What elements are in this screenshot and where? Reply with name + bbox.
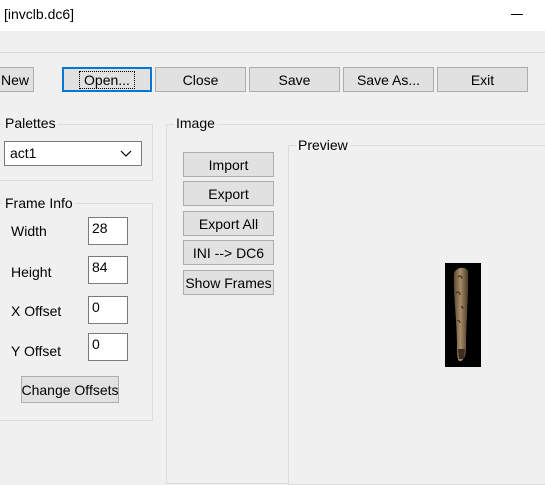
change-offsets-button[interactable]: Change Offsets xyxy=(21,376,119,403)
open-button-label: Open... xyxy=(79,70,135,89)
club-sprite-icon xyxy=(453,267,469,362)
close-button-label: Close xyxy=(182,71,219,88)
exit-button[interactable]: Exit xyxy=(437,67,528,92)
x-offset-field[interactable]: 0 xyxy=(88,296,128,324)
y-offset-label: Y Offset xyxy=(11,343,62,359)
palette-select-value: act1 xyxy=(10,145,37,161)
show-frames-button-label: Show Frames xyxy=(185,274,272,291)
menu-divider xyxy=(0,52,545,53)
height-field[interactable]: 84 xyxy=(88,256,128,284)
export-all-button[interactable]: Export All xyxy=(183,211,274,236)
palette-select[interactable]: act1 xyxy=(4,141,142,166)
save-button-label: Save xyxy=(278,71,311,88)
preview-group-label: Preview xyxy=(296,137,350,153)
window-title: [invclb.dc6] xyxy=(4,6,75,22)
exit-button-label: Exit xyxy=(470,71,495,88)
palettes-group-label: Palettes xyxy=(3,115,58,131)
save-as-button[interactable]: Save As... xyxy=(343,67,434,92)
new-button[interactable]: New xyxy=(0,67,34,92)
close-button[interactable]: Close xyxy=(155,67,246,92)
ini-to-dc6-button-label: INI --> DC6 xyxy=(192,244,265,261)
chevron-down-icon xyxy=(117,144,135,162)
y-offset-field[interactable]: 0 xyxy=(88,333,128,361)
save-as-button-label: Save As... xyxy=(356,71,421,88)
width-field[interactable]: 28 xyxy=(88,217,128,245)
export-button[interactable]: Export xyxy=(183,181,274,206)
x-offset-label: X Offset xyxy=(11,303,62,319)
preview-image xyxy=(445,263,481,367)
width-label: Width xyxy=(11,223,47,239)
export-all-button-label: Export All xyxy=(198,215,259,232)
save-button[interactable]: Save xyxy=(249,67,340,92)
minimize-button[interactable] xyxy=(507,2,531,26)
new-button-label: New xyxy=(1,71,30,88)
import-button-label: Import xyxy=(208,156,249,173)
x-offset-value: 0 xyxy=(92,299,100,315)
title-bar xyxy=(0,0,545,31)
y-offset-value: 0 xyxy=(92,336,100,352)
menu-strip xyxy=(0,31,545,53)
ini-to-dc6-button[interactable]: INI --> DC6 xyxy=(183,240,274,265)
open-button[interactable]: Open... xyxy=(62,67,152,92)
width-value: 28 xyxy=(92,220,108,236)
import-button[interactable]: Import xyxy=(183,152,274,177)
height-label: Height xyxy=(11,264,52,280)
export-button-label: Export xyxy=(208,185,249,202)
frame-info-group-label: Frame Info xyxy=(3,195,75,211)
preview-group xyxy=(288,145,545,485)
height-value: 84 xyxy=(92,259,108,275)
change-offsets-button-label: Change Offsets xyxy=(21,381,119,398)
show-frames-button[interactable]: Show Frames xyxy=(183,270,274,295)
image-group-label: Image xyxy=(174,115,217,131)
